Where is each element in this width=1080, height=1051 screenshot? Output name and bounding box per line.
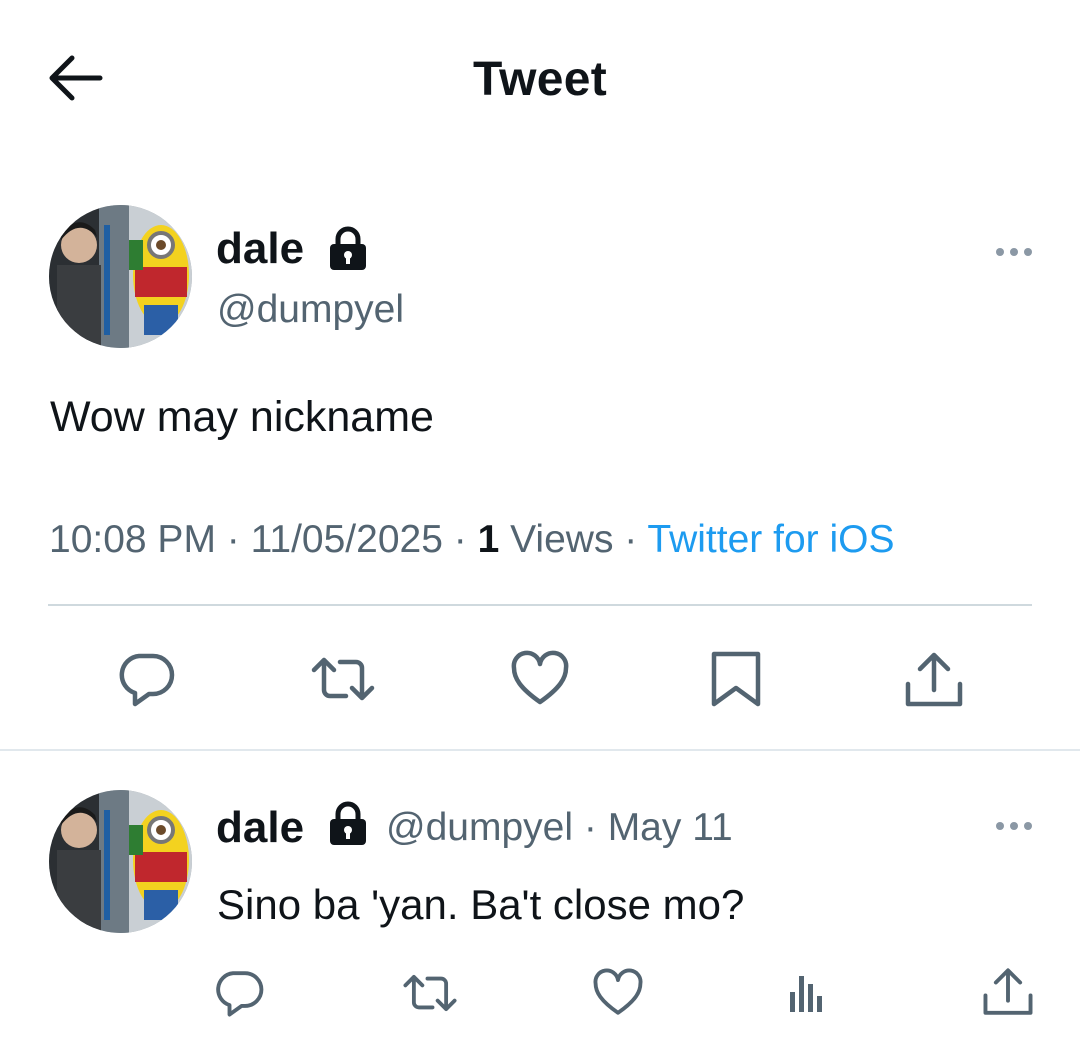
reply-metadata: @dumpyel · May 11: [386, 806, 733, 849]
username-handle[interactable]: @dumpyel: [217, 288, 404, 332]
lock-icon: [328, 226, 368, 277]
like-icon[interactable]: [510, 650, 570, 713]
divider: [48, 604, 1032, 606]
section-divider: [0, 749, 1080, 751]
display-name[interactable]: dale: [216, 224, 304, 274]
more-options-icon[interactable]: [994, 244, 1034, 260]
reply-icon[interactable]: [214, 968, 264, 1023]
reply-display-name[interactable]: dale: [216, 803, 304, 853]
tweet-date: 11/05/2025: [250, 518, 443, 561]
source-link[interactable]: Twitter for iOS: [647, 518, 894, 561]
reply-handle[interactable]: @dumpyel: [386, 806, 573, 849]
tweet-text: Wow may nickname: [50, 393, 434, 441]
views-count: 1: [477, 518, 500, 561]
bookmark-icon[interactable]: [708, 650, 764, 713]
reply-avatar[interactable]: [49, 790, 192, 933]
page-title: Tweet: [473, 53, 607, 106]
retweet-icon[interactable]: [310, 650, 376, 713]
tweet-time: 10:08 PM: [49, 518, 216, 561]
like-icon[interactable]: [592, 968, 644, 1023]
reply-date[interactable]: May 11: [608, 806, 733, 849]
views-icon[interactable]: [784, 970, 828, 1021]
reply-icon[interactable]: [117, 650, 175, 713]
tweet-metadata: 10:08 PM · 11/05/2025 · 1 Views · Twitte…: [49, 518, 895, 561]
avatar[interactable]: [49, 205, 192, 348]
share-icon[interactable]: [981, 966, 1035, 1023]
share-icon[interactable]: [903, 650, 965, 715]
views-label: Views: [510, 518, 614, 561]
reply-text: Sino ba 'yan. Ba't close mo?: [217, 881, 745, 928]
retweet-icon[interactable]: [402, 968, 458, 1023]
more-options-icon[interactable]: [994, 818, 1034, 834]
lock-icon: [328, 801, 368, 852]
